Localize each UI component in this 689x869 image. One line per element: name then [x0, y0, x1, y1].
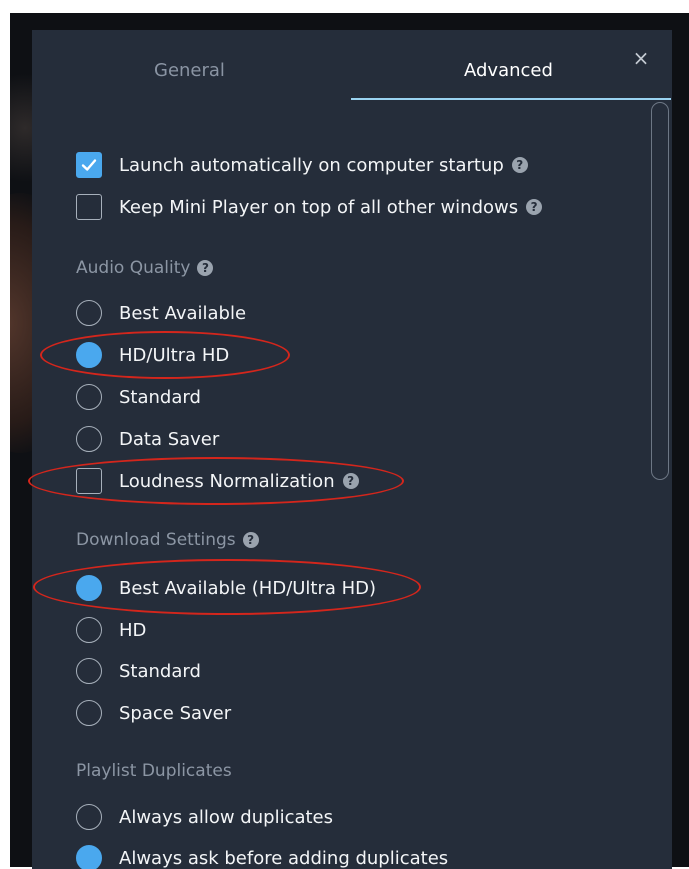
mini-player-on-top-option[interactable]: Keep Mini Player on top of all other win… [76, 193, 543, 221]
radio-button-selected[interactable] [76, 342, 102, 368]
audio-quality-option-hd-ultra-hd[interactable]: HD/Ultra HD [76, 341, 229, 369]
tab-general[interactable]: General [154, 60, 225, 81]
playlist-duplicates-heading-label: Playlist Duplicates [76, 761, 232, 781]
scrollbar[interactable] [651, 102, 669, 480]
help-icon[interactable]: ? [342, 473, 359, 489]
download-option-best-available[interactable]: Best Available (HD/Ultra HD) [76, 574, 376, 602]
checkmark-icon [81, 159, 97, 171]
launch-on-startup-checkbox[interactable] [76, 152, 102, 178]
download-settings-heading-label: Download Settings [76, 530, 236, 550]
option-label: Standard [119, 386, 201, 408]
audio-quality-option-data-saver[interactable]: Data Saver [76, 425, 219, 453]
settings-dialog: General Advanced × Launch automatically … [32, 30, 672, 869]
loudness-normalization-checkbox[interactable] [76, 468, 102, 494]
tab-bar: General Advanced × [32, 30, 672, 102]
download-settings-heading: Download Settings ? [76, 528, 259, 552]
help-icon[interactable]: ? [197, 260, 214, 276]
launch-on-startup-option[interactable]: Launch automatically on computer startup… [76, 151, 528, 179]
audio-quality-option-best-available[interactable]: Best Available [76, 299, 246, 327]
playlist-duplicates-heading: Playlist Duplicates [76, 759, 232, 783]
option-label: HD/Ultra HD [119, 344, 230, 366]
mini-player-on-top-label: Keep Mini Player on top of all other win… [119, 196, 519, 218]
radio-button-selected[interactable] [76, 575, 102, 601]
radio-button[interactable] [76, 300, 102, 326]
option-label: Best Available [119, 302, 247, 324]
playlist-option-always-ask[interactable]: Always ask before adding duplicates [76, 844, 448, 869]
radio-button[interactable] [76, 804, 102, 830]
option-label: Best Available (HD/Ultra HD) [119, 577, 377, 599]
playlist-option-always-allow[interactable]: Always allow duplicates [76, 803, 333, 831]
download-option-hd[interactable]: HD [76, 616, 146, 644]
audio-quality-option-standard[interactable]: Standard [76, 383, 201, 411]
help-icon[interactable]: ? [242, 532, 259, 548]
loudness-normalization-option[interactable]: Loudness Normalization ? [76, 467, 359, 495]
option-label: HD [119, 619, 147, 641]
radio-button[interactable] [76, 426, 102, 452]
download-option-standard[interactable]: Standard [76, 657, 201, 685]
radio-button-selected[interactable] [76, 845, 102, 869]
radio-button[interactable] [76, 658, 102, 684]
help-icon[interactable]: ? [526, 199, 543, 215]
option-label: Data Saver [119, 428, 220, 450]
download-option-space-saver[interactable]: Space Saver [76, 699, 231, 727]
loudness-normalization-label: Loudness Normalization [119, 470, 335, 492]
radio-button[interactable] [76, 384, 102, 410]
radio-button[interactable] [76, 617, 102, 643]
audio-quality-heading: Audio Quality ? [76, 256, 214, 280]
option-label: Space Saver [119, 702, 232, 724]
option-label: Standard [119, 660, 201, 682]
active-tab-indicator [351, 98, 671, 100]
launch-on-startup-label: Launch automatically on computer startup [119, 154, 504, 176]
mini-player-on-top-checkbox[interactable] [76, 194, 102, 220]
tab-advanced[interactable]: Advanced [464, 60, 553, 81]
option-label: Always ask before adding duplicates [119, 847, 449, 869]
close-icon[interactable]: × [631, 48, 651, 68]
option-label: Always allow duplicates [119, 806, 334, 828]
audio-quality-heading-label: Audio Quality [76, 258, 191, 278]
radio-button[interactable] [76, 700, 102, 726]
help-icon[interactable]: ? [511, 157, 528, 173]
